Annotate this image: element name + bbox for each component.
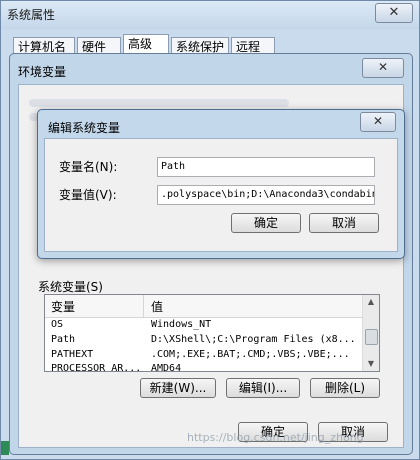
blurred-text xyxy=(29,99,289,107)
new-button[interactable]: 新建(W)... xyxy=(140,378,216,398)
row-value: D:\XShell\;C:\Program Files (x8... xyxy=(151,334,356,345)
scroll-thumb[interactable] xyxy=(365,329,378,345)
watermark-text: https://blog.csdn.net/jing_zhong xyxy=(187,431,364,444)
close-icon: ✕ xyxy=(372,114,384,128)
edit-ok-button[interactable]: 确定 xyxy=(231,213,301,233)
row-value: AMD64 xyxy=(151,363,182,372)
variable-name-label: 变量名(N): xyxy=(59,160,118,174)
edit-close-button[interactable]: ✕ xyxy=(360,112,396,132)
variable-value-label: 变量值(V): xyxy=(59,188,117,202)
table-row[interactable]: Path D:\XShell\;C:\Program Files (x8... xyxy=(45,333,363,348)
table-row[interactable]: PATHEXT .COM;.EXE;.BAT;.CMD;.VBS;.VBE;..… xyxy=(45,348,363,363)
table-row[interactable]: PROCESSOR_AR... AMD64 xyxy=(45,362,363,372)
env-close-button[interactable]: ✕ xyxy=(362,58,404,78)
row-value: Windows_NT xyxy=(151,319,212,330)
list-header: 变量 值 xyxy=(45,295,363,318)
row-name: PATHEXT xyxy=(51,349,94,360)
system-properties-titlebar[interactable]: 系统属性 ✕ xyxy=(1,1,419,29)
row-name: PROCESSOR_AR... xyxy=(51,363,142,372)
column-divider[interactable] xyxy=(143,295,144,317)
env-titlebar[interactable]: 环境变量 ✕ xyxy=(10,54,412,82)
close-icon: ✕ xyxy=(377,60,389,74)
delete-button[interactable]: 删除(L) xyxy=(310,378,380,398)
close-button[interactable]: ✕ xyxy=(375,3,413,23)
column-variable[interactable]: 变量 xyxy=(51,298,75,315)
tab-advanced[interactable]: 高级 xyxy=(123,34,169,55)
edit-cancel-button[interactable]: 取消 xyxy=(309,213,379,233)
edit-system-variable-dialog: 编辑系统变量 ✕ 变量名(N): Path 变量值(V): .polyspace… xyxy=(37,109,405,259)
system-variables-label: 系统变量(S) xyxy=(36,278,105,295)
edit-button[interactable]: 编辑(I)... xyxy=(226,378,300,398)
row-name: Path xyxy=(51,334,76,345)
variable-name-field[interactable]: Path xyxy=(157,157,375,177)
column-value[interactable]: 值 xyxy=(151,298,163,315)
taskbar-edge xyxy=(1,441,9,455)
system-variables-list[interactable]: 变量 值 OS Windows_NT Path D:\XShell\;C:\Pr… xyxy=(44,294,380,372)
table-row[interactable]: OS Windows_NT xyxy=(45,318,363,333)
scroll-up-icon[interactable]: ▲ xyxy=(363,295,379,309)
env-window-title: 环境变量 xyxy=(18,65,67,79)
close-icon: ✕ xyxy=(388,5,400,20)
edit-dialog-title: 编辑系统变量 xyxy=(48,121,121,135)
edit-dialog-body: 变量名(N): Path 变量值(V): .polyspace\bin;D:\A… xyxy=(44,138,398,252)
row-value: .COM;.EXE;.BAT;.CMD;.VBS;.VBE;... xyxy=(151,349,350,360)
system-properties-window: 系统属性 ✕ 计算机名 硬件 高级 系统保护 远程 环境变量 ✕ 系统变量(S)… xyxy=(0,0,420,460)
list-scrollbar[interactable]: ▲ ▼ xyxy=(362,295,379,371)
scroll-down-icon[interactable]: ▼ xyxy=(363,357,379,371)
variable-value-field[interactable]: .polyspace\bin;D:\Anaconda3\condabin xyxy=(157,185,375,205)
row-name: OS xyxy=(51,319,64,330)
window-title: 系统属性 xyxy=(7,8,56,22)
